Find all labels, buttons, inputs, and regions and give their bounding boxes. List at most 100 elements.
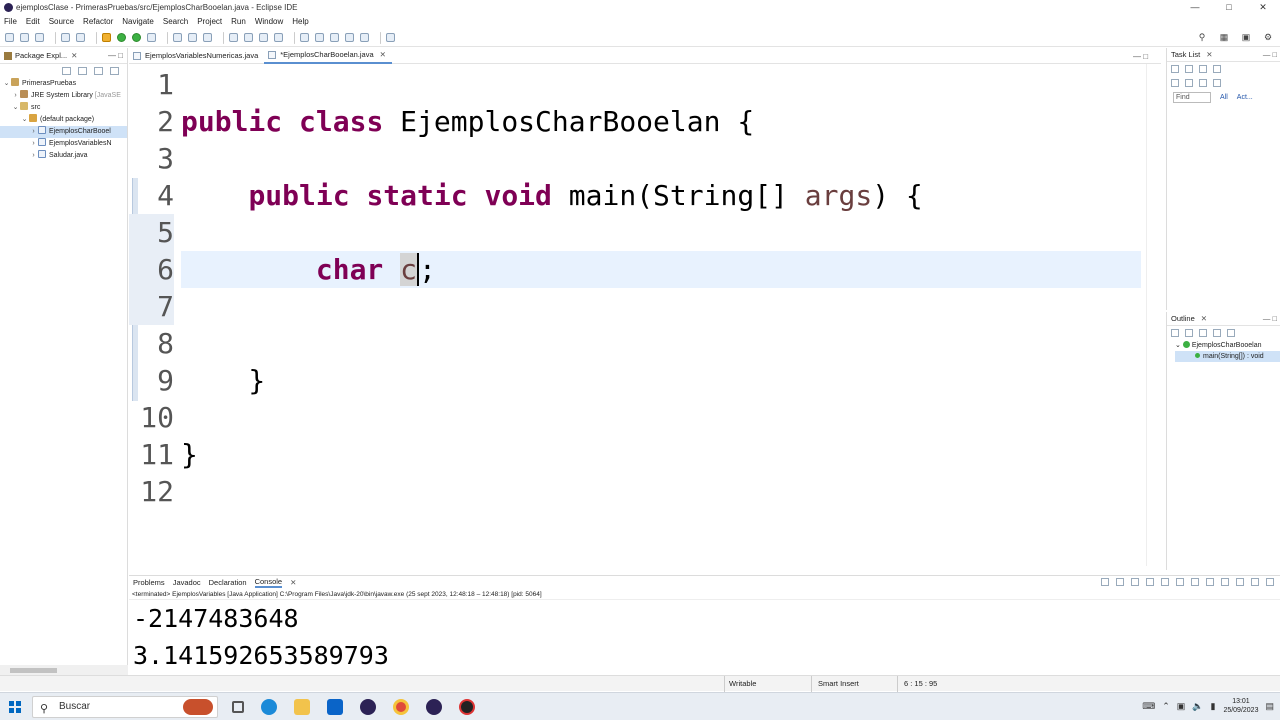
file-explorer-icon[interactable] (294, 699, 310, 715)
chevron-right-icon[interactable]: › (11, 90, 20, 102)
task-list-tab[interactable]: Task List ✕ — □ (1167, 48, 1280, 62)
menu-edit[interactable]: Edit (26, 15, 40, 28)
terminate-icon[interactable] (1101, 578, 1109, 586)
collapse-icon[interactable] (1171, 79, 1179, 87)
filter-icon[interactable] (1199, 65, 1207, 73)
prev-annotation-icon[interactable] (315, 33, 324, 42)
chevron-down-icon[interactable]: ⌄ (1175, 342, 1181, 349)
view-menu-icon[interactable] (110, 67, 119, 75)
chrome-icon[interactable] (393, 699, 409, 715)
tree-item-ejemplosvariables[interactable]: › EjemplosVariablesN (0, 138, 127, 150)
activate-link[interactable]: Act... (1237, 94, 1253, 101)
tab-javadoc[interactable]: Javadoc (173, 578, 201, 587)
new-java-project-icon[interactable] (173, 33, 182, 42)
open-type-icon[interactable] (229, 33, 238, 42)
remove-launch-icon[interactable] (1116, 578, 1124, 586)
chevron-down-icon[interactable]: ⌄ (11, 102, 20, 114)
word-wrap-icon[interactable] (1176, 578, 1184, 586)
hide-fields-icon[interactable] (1199, 329, 1207, 337)
close-icon[interactable]: ✕ (1201, 314, 1207, 323)
tab-declaration[interactable]: Declaration (209, 578, 247, 587)
outline-method-item[interactable]: main(String[]) : void (1175, 351, 1280, 362)
pin-console-icon[interactable] (1206, 578, 1214, 586)
run-icon[interactable] (117, 33, 126, 42)
sync-icon[interactable] (1213, 79, 1221, 87)
minimize-maximize-icon[interactable]: — □ (1263, 314, 1277, 323)
menu-project[interactable]: Project (197, 15, 222, 28)
sort-icon[interactable] (1185, 329, 1193, 337)
display-console-icon[interactable] (1221, 578, 1229, 586)
pilcrow-icon[interactable] (274, 33, 283, 42)
chevron-right-icon[interactable]: › (29, 138, 38, 150)
categorize-icon[interactable] (1185, 65, 1193, 73)
menu-navigate[interactable]: Navigate (122, 15, 154, 28)
link-editor-icon[interactable] (78, 67, 87, 75)
editor-vertical-scrollbar[interactable] (1146, 64, 1160, 566)
hide-nonpublic-icon[interactable] (1227, 329, 1235, 337)
search-icon[interactable]: ⚲ (1196, 32, 1208, 43)
all-link[interactable]: All (1220, 94, 1228, 101)
outline-class-item[interactable]: ⌄ EjemplosCharBooelan (1175, 340, 1280, 351)
find-input[interactable]: Find (1173, 91, 1211, 103)
filter-icon[interactable] (94, 67, 103, 75)
console-output[interactable]: -2147483648 3.141592653589793 (129, 600, 1280, 674)
volume-icon[interactable]: 🔈 (1192, 701, 1203, 712)
skip-breakpoints-icon[interactable] (76, 33, 85, 42)
taskbar-search[interactable]: ⚲ Buscar (32, 696, 218, 718)
mail-icon[interactable] (327, 699, 343, 715)
chevron-up-icon[interactable]: ⌃ (1162, 701, 1170, 712)
collapse-all-icon[interactable] (1171, 329, 1179, 337)
outline-tab[interactable]: Outline ✕ — □ (1167, 312, 1280, 326)
tab-problems[interactable]: Problems (133, 578, 165, 587)
tree-item-saludar[interactable]: › Saludar.java (0, 150, 127, 162)
square-icon[interactable] (1199, 79, 1207, 87)
edge-icon[interactable] (261, 699, 277, 715)
package-explorer-scrollbar[interactable] (0, 665, 128, 675)
perspective-icon[interactable]: ▦ (1218, 32, 1230, 43)
search-toolbar-icon[interactable] (244, 33, 253, 42)
close-icon[interactable]: ✕ (290, 578, 296, 587)
view-menu-icon[interactable] (1213, 65, 1221, 73)
external-tools-icon[interactable] (147, 33, 156, 42)
coverage-icon[interactable] (132, 33, 141, 42)
notifications-icon[interactable]: ▤ (1265, 701, 1274, 712)
tree-item-project[interactable]: ⌄ PrimerasPruebas (0, 78, 127, 90)
show-on-output-icon[interactable] (1191, 578, 1199, 586)
close-tab-icon[interactable]: ✕ (380, 47, 386, 63)
editor-minimize-maximize-icon[interactable]: — □ (1133, 52, 1148, 61)
maximize-button[interactable]: □ (1212, 0, 1246, 15)
scrollbar-thumb[interactable] (10, 668, 57, 673)
windows-start-icon[interactable] (9, 701, 21, 713)
minimize-icon[interactable] (1251, 578, 1259, 586)
save-icon[interactable] (20, 33, 29, 42)
close-button[interactable]: ✕ (1246, 0, 1280, 15)
new-package-icon[interactable] (188, 33, 197, 42)
new-class-icon[interactable] (203, 33, 212, 42)
eclipse-taskbar-icon[interactable] (360, 699, 376, 715)
new-icon[interactable] (5, 33, 14, 42)
debug-icon[interactable] (102, 33, 111, 42)
code-editor[interactable]: 1 2 public class EjemplosCharBooelan { 3 … (129, 65, 1144, 565)
new-task-icon[interactable] (1171, 65, 1179, 73)
new-console-icon[interactable] (1236, 578, 1244, 586)
menu-search[interactable]: Search (163, 15, 188, 28)
forward-icon[interactable] (360, 33, 369, 42)
eclipse-taskbar-icon-2[interactable] (426, 699, 442, 715)
menu-run[interactable]: Run (231, 15, 246, 28)
tree-item-src[interactable]: ⌄ src (0, 102, 127, 114)
minimize-button[interactable]: — (1178, 0, 1212, 15)
clock[interactable]: 13:01 25/09/2023 (1223, 697, 1258, 715)
network-icon[interactable]: ▣ (1177, 701, 1186, 712)
back-icon[interactable] (345, 33, 354, 42)
app-icon[interactable] (459, 699, 475, 715)
collapse-all-icon[interactable] (62, 67, 71, 75)
menu-refactor[interactable]: Refactor (83, 15, 113, 28)
toggle-mark-icon[interactable] (259, 33, 268, 42)
menu-file[interactable]: File (4, 15, 17, 28)
minimize-maximize-icon[interactable]: — □ (108, 51, 123, 60)
chevron-right-icon[interactable]: › (29, 126, 38, 138)
package-explorer-tab[interactable]: Package Expl... ✕ — □ (0, 48, 127, 64)
tree-item-default-package[interactable]: ⌄ (default package) (0, 114, 127, 126)
tab-ejemplosvariablesnumericas[interactable]: EjemplosVariablesNumericas.java (129, 48, 264, 64)
menu-help[interactable]: Help (292, 15, 308, 28)
